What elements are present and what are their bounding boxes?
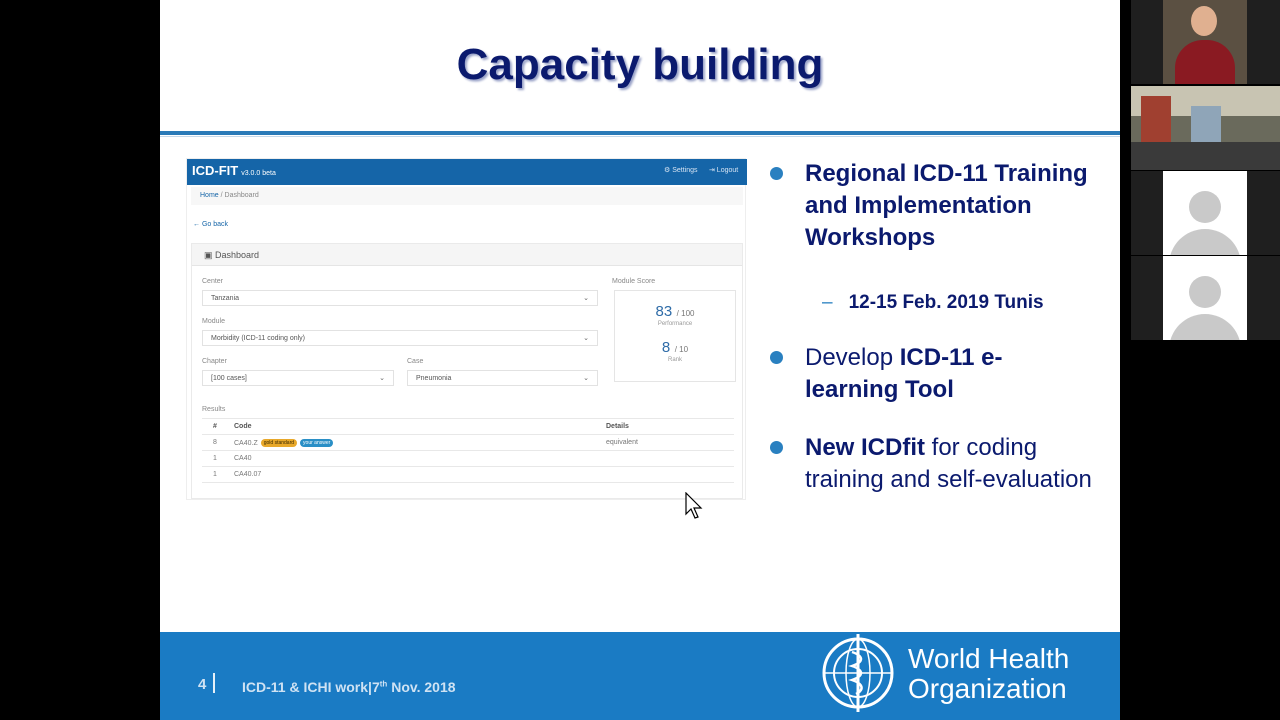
breadcrumb: Home / Dashboard [191, 187, 743, 205]
col-num: # [202, 418, 228, 435]
dash-icon: – [822, 292, 833, 313]
table-row[interactable]: 8 CA40.Z gold standard your answer equival… [202, 434, 734, 451]
mouse-cursor-icon [685, 492, 703, 519]
score-box: 83 / 100 Performance 8 / 10 Rank [614, 290, 736, 382]
who-emblem-icon [822, 634, 894, 712]
dashboard-icon: ▣ [204, 250, 216, 260]
results-table: # Code Details 8 CA40.Z gold standard your… [202, 418, 734, 483]
case-label: Case [407, 358, 424, 365]
module-score-label: Module Score [612, 278, 656, 285]
participant-video[interactable] [1131, 0, 1280, 84]
bullet-workshops: Regional ICD-11 Training and Implementat… [770, 158, 1090, 288]
presentation-slide: Capacity building ICD-FIT v3.0.0 beta ⚙ S… [160, 0, 1120, 720]
bullet-icdfit: New ICDfit for coding training and self-… [770, 432, 1092, 530]
center-select[interactable]: Tanzania ⌄ [202, 290, 598, 306]
performance-label: Performance [657, 321, 693, 327]
logout-link[interactable]: ⇥ Logout [709, 166, 738, 174]
module-select[interactable]: Morbidity (ICD-11 coding only) ⌄ [202, 330, 598, 346]
room-video[interactable] [1131, 86, 1280, 170]
bullet-elearning: Develop ICD-11 e-learning Tool [770, 342, 1090, 408]
slide-footer: 4 ICD-11 & ICHI work|7th Nov. 2018 World… [160, 632, 1120, 720]
avatar-icon [1189, 276, 1221, 308]
icdfit-screenshot: ICD-FIT v3.0.0 beta ⚙ Settings ⇥ Logout H… [186, 158, 747, 500]
screen: Capacity building ICD-FIT v3.0.0 beta ⚙ S… [0, 0, 1280, 720]
settings-link[interactable]: ⚙ Settings [664, 166, 698, 174]
performance-total: / 100 [676, 309, 695, 318]
avatar-placeholder[interactable] [1131, 171, 1280, 255]
go-back-link[interactable]: ← Go back [193, 221, 228, 228]
avatar-placeholder[interactable] [1131, 256, 1280, 340]
footer-text: ICD-11 & ICHI work|7th Nov. 2018 [242, 679, 456, 695]
app-brand: ICD-FIT v3.0.0 beta [192, 163, 276, 178]
results-label: Results [202, 406, 226, 413]
org-name: World Health Organization [908, 643, 1070, 704]
rank-value: 8 [661, 339, 671, 356]
table-row[interactable]: 1 CA40 [202, 450, 734, 467]
rank-label: Rank [667, 357, 682, 363]
chevron-down-icon: ⌄ [583, 295, 589, 302]
case-select[interactable]: Pneumonia ⌄ [407, 370, 598, 386]
table-header-row: # Code Details [202, 418, 734, 435]
chevron-down-icon: ⌄ [379, 375, 385, 382]
title-divider [160, 131, 1120, 135]
chapter-select[interactable]: [100 cases] ⌄ [202, 370, 394, 386]
table-row[interactable]: 1 CA40.07 [202, 466, 734, 483]
col-code: Code [228, 418, 600, 435]
gold-standard-badge: gold standard [260, 438, 298, 447]
bullet-dot [770, 441, 783, 454]
chapter-label: Chapter [202, 358, 227, 365]
app-navbar: ICD-FIT v3.0.0 beta ⚙ Settings ⇥ Logout [187, 159, 747, 185]
dashboard-panel: ▣ Dashboard Center Tanzania ⌄ Module Morb… [191, 243, 743, 499]
avatar-icon [1189, 191, 1221, 223]
your-answer-badge: your answer [300, 438, 334, 447]
page-number: 4 [198, 676, 207, 693]
breadcrumb-home[interactable]: Home [200, 192, 219, 199]
bullet-dot [770, 351, 783, 364]
person-body [1175, 40, 1235, 84]
sub-bullet-date: –12-15 Feb. 2019 Tunis [822, 292, 1044, 313]
title-divider-thin [160, 136, 1120, 137]
app-version: v3.0.0 beta [241, 170, 276, 177]
col-details: Details [600, 418, 734, 435]
person-head [1191, 6, 1217, 36]
breadcrumb-current: Dashboard [224, 192, 259, 199]
bullet-dot [770, 167, 783, 180]
page-divider [213, 673, 215, 693]
center-label: Center [202, 278, 224, 285]
chevron-down-icon: ⌄ [583, 335, 589, 342]
chevron-down-icon: ⌄ [583, 375, 589, 382]
panel-header: ▣ Dashboard [192, 244, 742, 266]
slide-title: Capacity building [456, 40, 824, 89]
rank-total: / 10 [674, 345, 689, 354]
module-label: Module [202, 318, 225, 325]
performance-value: 83 [655, 303, 673, 320]
